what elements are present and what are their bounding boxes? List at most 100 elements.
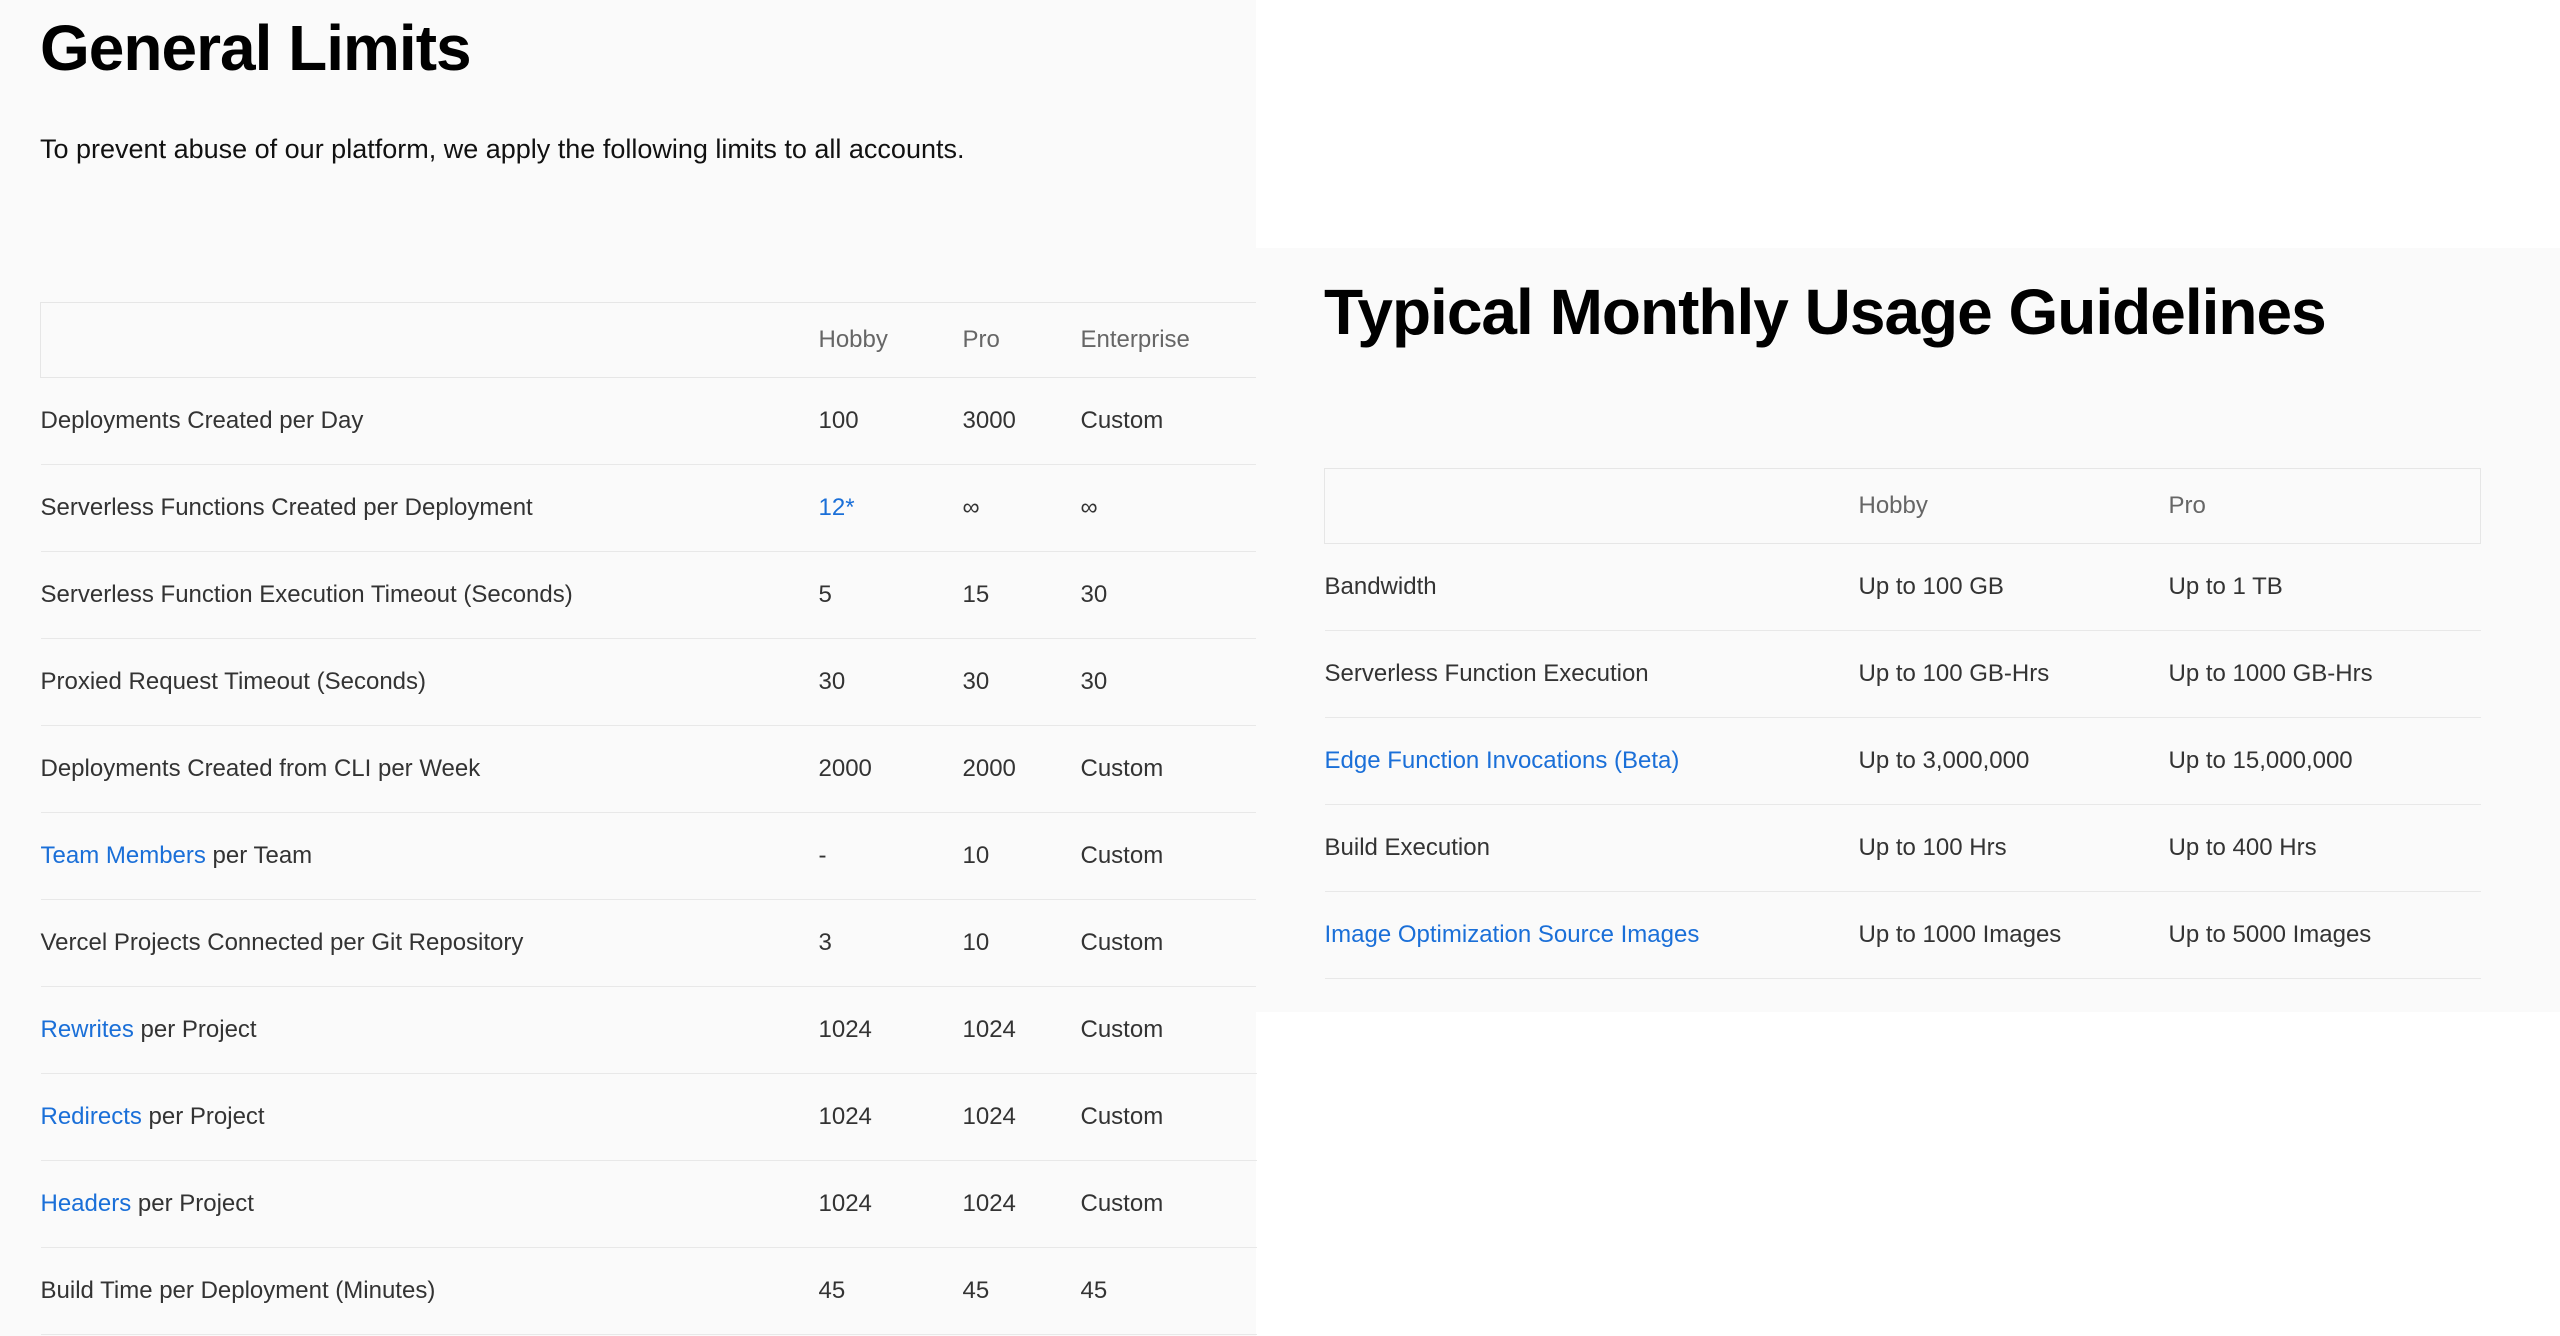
cell-enterprise: ∞ [1080,464,1257,552]
cell-pro: 10 [962,899,1081,987]
row-label-link[interactable]: Team Members [41,842,206,869]
cell-pro: 1024 [962,1073,1081,1161]
cell-value-enterprise: Custom [1080,755,1164,782]
cell-value-hobby: Up to 1000 Images [1858,921,2062,948]
row-label-cell: Serverless Function Execution Timeout (S… [40,551,819,639]
table-row: Deployments Created from CLI per Week 200… [40,725,1257,813]
cell-pro: 3000 [962,377,1081,465]
cell-value-enterprise: Custom [1080,929,1164,956]
cell-hobby: 3 [818,899,963,987]
row-label-link[interactable]: Image Optimization Source Images [1325,921,1700,948]
row-label-cell: Edge Function Invocations (Beta) [1324,717,1859,805]
cell-value-hobby: 45 [818,1277,846,1304]
usage-guidelines-section: Typical Monthly Usage Guidelines Hobby P… [1256,248,2560,1012]
cell-pro: 15 [962,551,1081,639]
column-header-pro: Pro [962,326,1000,353]
cell-hobby: 2000 [818,725,963,813]
cell-pro: Up to 5000 Images [2168,891,2481,979]
cell-pro: Up to 400 Hrs [2168,804,2481,892]
row-label-text: Proxied Request Timeout (Seconds) [40,668,427,695]
cell-hobby: 30 [818,638,963,726]
cell-enterprise: Custom [1080,986,1257,1074]
cell-hobby: 12* [818,464,963,552]
cell-hobby: 1024 [818,986,963,1074]
row-label-cell: Deployments Created from CLI per Week [40,725,819,813]
row-label-cell: Deployments Created per Day [40,377,819,465]
row-label-cell: Rewrites per Project [40,986,819,1074]
column-header-enterprise: Enterprise [1080,326,1190,353]
row-label-cell: Proxied Request Timeout (Seconds) [40,638,819,726]
cell-enterprise: Custom [1080,725,1257,813]
cell-value-pro: Up to 1 TB [2168,573,2283,600]
table-row: Vercel Projects Connected per Git Reposi… [40,899,1257,987]
row-label-link[interactable]: Redirects [41,1103,142,1130]
cell-value-hobby: Up to 3,000,000 [1858,747,2030,774]
cell-pro: ∞ [962,464,1081,552]
row-label-cell: Build Time per Deployment (Minutes) [40,1247,819,1335]
cell-hobby: 1024 [818,1160,963,1248]
cell-value-pro: Up to 400 Hrs [2168,834,2317,861]
cell-value-enterprise: ∞ [1080,494,1098,521]
cell-hobby: Up to 1000 Images [1858,891,2169,979]
row-label-text: Serverless Function Execution Timeout (S… [40,581,573,608]
table-row: Deployments Created per Day 100 3000 Custom [40,377,1257,465]
general-limits-section: General Limits To prevent abuse of our p… [0,0,1257,1336]
table-row: Build Time per Deployment (Minutes) 45 45 4… [40,1247,1257,1335]
row-label-text: per Project [133,1016,257,1043]
row-label-link[interactable]: Edge Function Invocations (Beta) [1325,747,1680,774]
cell-value-pro: Up to 15,000,000 [2168,747,2353,774]
cell-value-pro: Up to 1000 GB-Hrs [2168,660,2373,687]
cell-pro: 30 [962,638,1081,726]
general-limits-intro: To prevent abuse of our platform, we app… [40,134,965,164]
column-header-limit [41,303,819,378]
cell-value-hobby: Up to 100 GB [1858,573,2004,600]
cell-value-enterprise: Custom [1080,407,1164,434]
cell-value-pro: Up to 5000 Images [2168,921,2372,948]
row-label-text: Deployments Created from CLI per Week [40,755,481,782]
cell-pro: Up to 1000 GB-Hrs [2168,630,2481,718]
row-label-text: per Team [205,842,313,869]
row-label-link[interactable]: Rewrites [41,1016,134,1043]
row-label-text: per Project [141,1103,265,1130]
table-row: Serverless Function Execution Timeout (S… [40,551,1257,639]
cell-enterprise: 30 [1080,551,1257,639]
row-label-cell: Serverless Functions Created per Deploym… [40,464,819,552]
table-row: Rewrites per Project 1024 1024 Custom [40,986,1257,1074]
table-row: Team Members per Team -10 Custom [40,812,1257,900]
cell-enterprise: Custom [1080,812,1257,900]
cell-value-pro: 30 [962,668,990,695]
cell-value-pro: 1024 [962,1190,1016,1217]
cell-value-pro: 15 [962,581,990,608]
cell-value-hobby: 1024 [818,1190,872,1217]
row-label-cell: Build Execution [1324,804,1859,892]
table-row: Serverless Function Execution Up to 100 G… [1324,630,2481,718]
cell-hobby: 1024 [818,1073,963,1161]
cell-value-pro: ∞ [962,494,980,521]
cell-value-hobby: 1024 [818,1016,872,1043]
row-label-cell: Headers per Project [40,1160,819,1248]
cell-pro: 1024 [962,1160,1081,1248]
cell-value-enterprise: Custom [1080,1190,1164,1217]
cell-pro: 10 [962,812,1081,900]
cell-pro: 45 [962,1247,1081,1335]
row-label-link[interactable]: Headers [41,1190,132,1217]
general-limits-table: Hobby Pro Enterprise Deployments Created… [40,302,1257,1335]
cell-hobby: Up to 3,000,000 [1858,717,2169,805]
row-label-text: Serverless Functions Created per Deploym… [40,494,533,521]
cell-value-hobby: Up to 100 Hrs [1858,834,2007,861]
row-label-cell: Vercel Projects Connected per Git Reposi… [40,899,819,987]
column-header-hobby: Hobby [818,326,888,353]
cell-value-pro: 45 [962,1277,990,1304]
row-label-cell: Image Optimization Source Images [1324,891,1859,979]
table-header-row: Hobby Pro Enterprise [40,302,1257,378]
table-row: Redirects per Project 1024 1024 Custom [40,1073,1257,1161]
usage-guidelines-heading: Typical Monthly Usage Guidelines [1324,276,2327,348]
cell-value-hobby: 5 [818,581,832,608]
cell-value-pro: 10 [962,842,990,869]
cell-value-enterprise: Custom [1080,1016,1164,1043]
table-row: Serverless Functions Created per Deploym… [40,464,1257,552]
cell-value-hobby: 3 [818,929,832,956]
row-label-text: Build Execution [1324,834,1490,861]
cell-value-hobby[interactable]: 12* [819,494,855,521]
row-label-cell: Bandwidth [1324,543,1859,631]
